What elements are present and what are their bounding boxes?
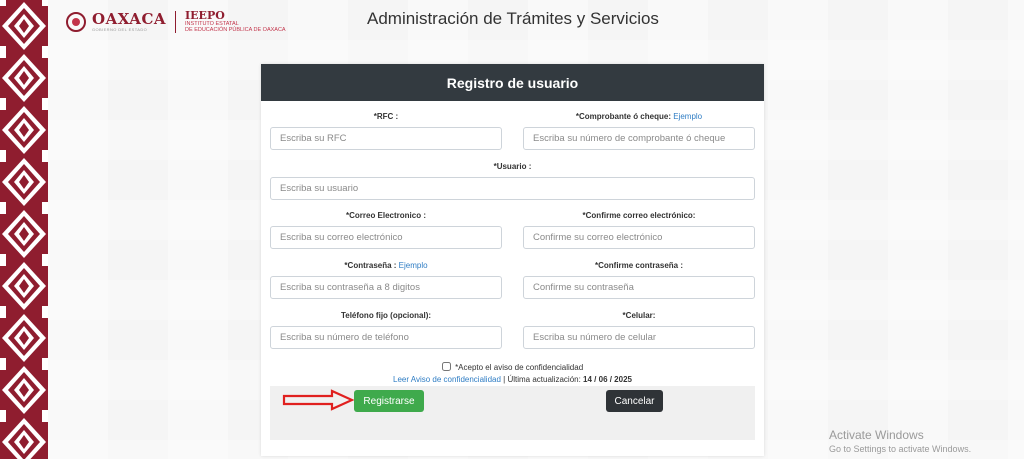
logo-divider (175, 11, 177, 33)
last-updated-label: | Última actualización: (500, 375, 584, 384)
cancel-button[interactable]: Cancelar (606, 390, 663, 412)
decorative-side-strip (0, 0, 48, 459)
page-title: Administración de Trámites y Servicios (367, 9, 659, 28)
register-button[interactable]: Registrarse (354, 390, 424, 412)
watermark-title: Activate Windows (829, 428, 924, 442)
comprobante-label: *Comprobante ó cheque: Ejemplo (523, 112, 755, 121)
consent-label: *Acepto el aviso de confidencialidad (455, 363, 584, 372)
privacy-notice-link[interactable]: Leer Aviso de confidencialidad (393, 375, 501, 384)
comprobante-input[interactable] (523, 127, 755, 150)
confirm-contrasena-label: *Confirme contraseña : (594, 261, 684, 270)
usuario-label: *Usuario : (493, 162, 532, 171)
card-title: Registro de usuario (261, 64, 764, 101)
red-arrow-icon (282, 389, 354, 411)
ieepo-logo-line2: DE EDUCACIÓN PÚBLICA DE OAXACA (185, 26, 286, 33)
contrasena-label: *Contraseña : Ejemplo (270, 261, 502, 270)
comprobante-example-link[interactable]: Ejemplo (673, 112, 702, 121)
celular-input[interactable] (523, 326, 755, 349)
contrasena-example-link[interactable]: Ejemplo (399, 261, 428, 270)
consent-row: *Acepto el aviso de confidencialidad (261, 362, 764, 372)
oaxaca-logo-tagline: GOBIERNO DEL ESTADO (92, 27, 148, 32)
last-updated-date: 14 / 06 / 2025 (583, 375, 632, 384)
registration-card: Registro de usuario *RFC : *Comprobante … (261, 64, 764, 456)
usuario-input[interactable] (270, 177, 755, 200)
correo-label: *Correo Electronico : (345, 211, 426, 220)
confirm-correo-label: *Confirme correo electrónico: (582, 211, 696, 220)
privacy-row: Leer Aviso de confidencialidad | Última … (261, 375, 764, 384)
header-logo: OAXACA GOBIERNO DEL ESTADO IEEPO INSTITU… (66, 9, 286, 35)
celular-label: *Celular: (622, 311, 656, 320)
diamond-pattern-icon (0, 0, 48, 459)
oaxaca-emblem-icon (66, 12, 86, 32)
consent-checkbox[interactable] (441, 362, 451, 371)
rfc-label: *RFC : (373, 112, 399, 121)
watermark-subtitle: Go to Settings to activate Windows. (829, 444, 972, 454)
confirm-contrasena-input[interactable] (523, 276, 755, 299)
confirm-correo-input[interactable] (523, 226, 755, 249)
contrasena-input[interactable] (270, 276, 502, 299)
contrasena-label-text: *Contraseña : (344, 261, 397, 270)
telefono-label: Teléfono fijo (opcional): (340, 311, 432, 320)
comprobante-label-text: *Comprobante ó cheque: (575, 112, 671, 121)
form-actions: Registrarse Cancelar (270, 386, 755, 440)
telefono-input[interactable] (270, 326, 502, 349)
activate-windows-watermark: Activate Windows Go to Settings to activ… (829, 428, 971, 454)
oaxaca-logo-text: OAXACA (92, 10, 167, 28)
ieepo-logo: IEEPO INSTITUTO ESTATAL DE EDUCACIÓN PÚB… (185, 10, 286, 33)
correo-input[interactable] (270, 226, 502, 249)
rfc-input[interactable] (270, 127, 502, 150)
oaxaca-logo: OAXACA GOBIERNO DEL ESTADO (92, 12, 166, 32)
